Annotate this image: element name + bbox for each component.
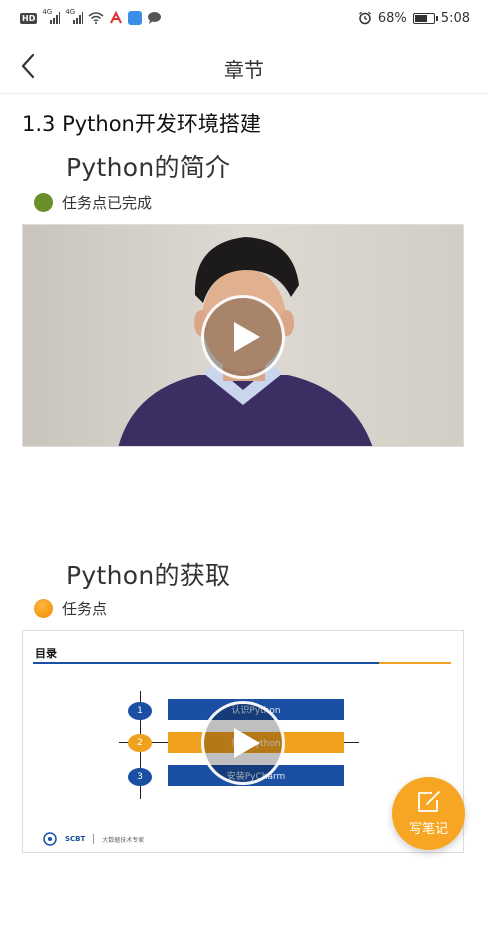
shield-app-icon — [128, 11, 143, 25]
section-title: 1.3 Python开发环境搭建 — [22, 112, 261, 136]
battery-icon — [412, 12, 438, 24]
item-title: Python的获取 — [66, 561, 231, 590]
task-status-row: 任务点已完成 — [34, 192, 152, 213]
write-note-label: 写笔记 — [408, 822, 448, 837]
write-note-button[interactable]: 写笔记 — [392, 777, 465, 850]
footer-separator — [93, 834, 95, 844]
status-bar: HD 4G 4G 68% 5:08 — [0, 0, 488, 36]
status-icons-left: HD 4G 4G — [20, 8, 162, 25]
play-icon — [234, 728, 260, 758]
status-icons-right: 68% 5:08 — [358, 11, 470, 26]
slide-divider — [33, 662, 379, 664]
signal-icon: 4G — [42, 8, 61, 24]
clock: 5:08 — [440, 10, 470, 26]
slide-heading: 目录 — [35, 647, 57, 660]
task-status-label: 任务点 — [62, 600, 108, 618]
task-status-label: 任务点已完成 — [62, 194, 153, 212]
nav-bar: 章节 — [0, 36, 488, 94]
app-a-icon — [110, 11, 123, 24]
footer-text: 大数据技术专家 — [102, 836, 145, 844]
org-name: SCBT — [65, 835, 86, 843]
slide-node: 1 — [128, 702, 152, 720]
alarm-icon — [358, 11, 371, 25]
task-status-row: 任务点 — [34, 598, 107, 619]
slide-node: 2 — [128, 734, 152, 752]
page-title: 章节 — [224, 58, 264, 82]
wifi-icon — [88, 12, 104, 24]
slide-divider-accent — [379, 662, 451, 664]
battery-percent: 68% — [377, 10, 407, 26]
play-button[interactable] — [201, 701, 285, 785]
org-logo-icon — [43, 832, 57, 846]
item-title: Python的简介 — [66, 153, 231, 182]
signal-icon: 4G — [65, 8, 84, 24]
edit-note-icon — [417, 791, 440, 812]
hd-icon: HD — [20, 12, 38, 24]
play-icon — [234, 322, 260, 352]
task-complete-dot — [34, 193, 53, 212]
slide-footer: SCBT 大数据技术专家 — [43, 832, 144, 846]
slide-node: 3 — [128, 768, 152, 786]
task-pending-dot — [34, 599, 53, 618]
chat-icon — [148, 12, 162, 24]
play-button[interactable] — [201, 295, 285, 379]
video-player[interactable] — [22, 224, 464, 447]
